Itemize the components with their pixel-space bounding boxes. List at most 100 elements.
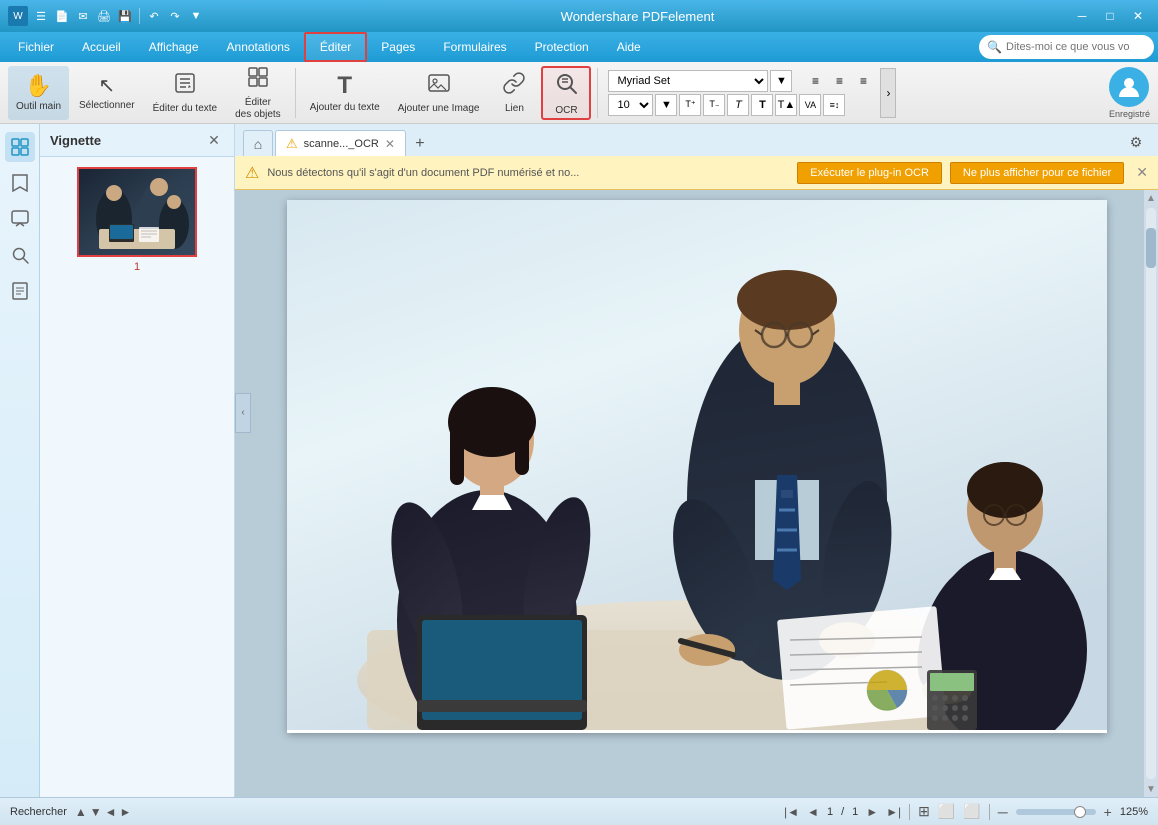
menu-annotations[interactable]: Annotations [213, 32, 304, 62]
tab-home-icon[interactable]: ⌂ [243, 130, 273, 156]
lien-label: Lien [505, 103, 524, 115]
font-spacing-btn[interactable]: VA [799, 94, 821, 116]
zoom-in-btn[interactable]: + [1104, 804, 1112, 820]
ocr-run-button[interactable]: Exécuter le plug-in OCR [797, 162, 942, 184]
ribbon-editer-objets[interactable]: Éditerdes objets [227, 66, 289, 120]
scroll-track [1146, 208, 1156, 779]
menu-accueil[interactable]: Accueil [68, 32, 135, 62]
save-icon[interactable]: 💾 [116, 7, 134, 25]
view-single-btn[interactable]: ⊞ [918, 803, 930, 820]
menu-icon[interactable]: ☰ [32, 7, 50, 25]
quick-access-toolbar: ☰ 📄 ✉ 🖨 💾 ↶ ↷ ▼ [32, 7, 205, 25]
edit-text-icon [173, 71, 197, 101]
left-sidebar [0, 124, 40, 797]
sidebar-thumbnail-icon[interactable] [5, 132, 35, 162]
ribbon-editer-texte[interactable]: Éditer du texte [145, 66, 225, 120]
zoom-out-btn[interactable]: ─ [998, 804, 1008, 820]
menu-protection[interactable]: Protection [521, 32, 603, 62]
scroll-up-arrow[interactable]: ▲ [1144, 190, 1158, 206]
nav-next-btn[interactable]: ► [866, 805, 878, 819]
tab-close-icon[interactable]: ✕ [385, 137, 395, 151]
sidebar-pages-icon[interactable] [5, 276, 35, 306]
ribbon-selectionner[interactable]: ↖ Sélectionner [71, 66, 143, 120]
print-icon[interactable]: 🖨 [95, 7, 113, 25]
ribbon-expand-btn[interactable]: › [880, 68, 896, 118]
ribbon-outil-main[interactable]: ✋ Outil main [8, 66, 69, 120]
font-row-1: Myriad Set ▼ ≡ ≡ ≡ [608, 70, 874, 92]
sidebar-comment-icon[interactable] [5, 204, 35, 234]
font-subscript-btn[interactable]: T₋ [703, 94, 725, 116]
status-search-label: Rechercher [10, 806, 67, 818]
align-left-btn[interactable]: ≡ [804, 70, 826, 92]
view-double-btn[interactable]: ⬜ [938, 803, 955, 820]
nav-last-btn[interactable]: ►| [886, 805, 901, 819]
zoom-slider[interactable] [1016, 809, 1096, 815]
selectionner-label: Sélectionner [79, 100, 135, 112]
scroll-down-arrow[interactable]: ▼ [1144, 781, 1158, 797]
font-expand-btn[interactable]: ▼ [770, 70, 792, 92]
ribbon-ajouter-image[interactable]: Ajouter une Image [390, 66, 488, 120]
minimize-button[interactable]: ─ [1070, 7, 1094, 25]
menu-search-box[interactable]: 🔍 [979, 35, 1154, 59]
add-text-icon: T [337, 72, 352, 100]
search-icon: 🔍 [987, 40, 1002, 54]
redo-icon[interactable]: ↷ [166, 7, 184, 25]
ribbon-lien[interactable]: Lien [489, 66, 539, 120]
menu-aide[interactable]: Aide [603, 32, 655, 62]
close-button[interactable]: ✕ [1126, 7, 1150, 25]
title-bar-left: W ☰ 📄 ✉ 🖨 💾 ↶ ↷ ▼ [8, 6, 205, 26]
search-prev-btn[interactable]: ◄ [105, 805, 117, 819]
undo-icon[interactable]: ↶ [145, 7, 163, 25]
ocr-dismiss-button[interactable]: Ne plus afficher pour ce fichier [950, 162, 1124, 184]
new-tab-button[interactable]: + [408, 132, 432, 156]
thumbnail-content: 1 [40, 157, 234, 797]
sidebar-search-icon[interactable] [5, 240, 35, 270]
thumbnail-close-button[interactable]: ✕ [204, 130, 224, 150]
align-center-btn[interactable]: ≡ [828, 70, 850, 92]
search-next-btn[interactable]: ► [120, 805, 132, 819]
ajouter-texte-label: Ajouter du texte [310, 102, 380, 114]
menu-search-input[interactable] [1006, 41, 1146, 53]
sidebar-bookmark-icon[interactable] [5, 168, 35, 198]
maximize-button[interactable]: □ [1098, 7, 1122, 25]
menu-affichage[interactable]: Affichage [135, 32, 213, 62]
font-size-expand-btn[interactable]: ▼ [655, 94, 677, 116]
link-icon [502, 71, 526, 101]
menu-editer[interactable]: Éditer [304, 32, 367, 62]
font-line-height-btn[interactable]: ≡↕ [823, 94, 845, 116]
font-family-select[interactable]: Myriad Set [608, 70, 768, 92]
email-icon[interactable]: ✉ [74, 7, 92, 25]
thumbnail-page-1[interactable] [77, 167, 197, 257]
font-size-select[interactable]: 10 [608, 94, 653, 116]
nav-first-btn[interactable]: |◄ [784, 805, 799, 819]
font-size-up-btn[interactable]: T▲ [775, 94, 797, 116]
search-up-btn[interactable]: ▲ [75, 805, 87, 819]
align-right-btn[interactable]: ≡ [852, 70, 874, 92]
ocr-close-icon[interactable]: ✕ [1136, 164, 1148, 181]
new-file-icon[interactable]: 📄 [53, 7, 71, 25]
view-scroll-btn[interactable]: ⬜ [963, 803, 980, 820]
menu-formulaires[interactable]: Formulaires [429, 32, 520, 62]
panel-collapse-button[interactable]: ‹ [235, 393, 251, 433]
thumbnail-page-number: 1 [134, 261, 140, 273]
ribbon-ajouter-texte[interactable]: T Ajouter du texte [302, 66, 388, 120]
ribbon-ocr[interactable]: OCR [541, 66, 591, 120]
user-avatar[interactable] [1109, 67, 1149, 107]
font-bold-btn[interactable]: T [751, 94, 773, 116]
menu-pages[interactable]: Pages [367, 32, 429, 62]
ribbon-sep-2 [597, 68, 598, 118]
font-italic-btn[interactable]: T [727, 94, 749, 116]
dropdown-icon[interactable]: ▼ [187, 7, 205, 25]
nav-prev-btn[interactable]: ◄ [807, 805, 819, 819]
search-down-btn[interactable]: ▼ [90, 805, 102, 819]
menu-fichier[interactable]: Fichier [4, 32, 68, 62]
font-superscript-btn[interactable]: T⁺ [679, 94, 701, 116]
scrollbar-vertical[interactable]: ▲ ▼ [1144, 190, 1158, 797]
zoom-percent-label: 125% [1120, 806, 1148, 818]
editer-texte-label: Éditer du texte [153, 103, 217, 115]
scroll-thumb[interactable] [1146, 228, 1156, 268]
doc-tab-scanned[interactable]: ⚠ scanne..._OCR ✕ [275, 130, 406, 156]
font-section: Myriad Set ▼ ≡ ≡ ≡ 10 ▼ T⁺ T₋ T T T▲ VA … [608, 70, 874, 116]
tab-settings-icon[interactable]: ⚙ [1122, 128, 1150, 156]
ribbon: ✋ Outil main ↖ Sélectionner Éditer du te… [0, 62, 1158, 124]
